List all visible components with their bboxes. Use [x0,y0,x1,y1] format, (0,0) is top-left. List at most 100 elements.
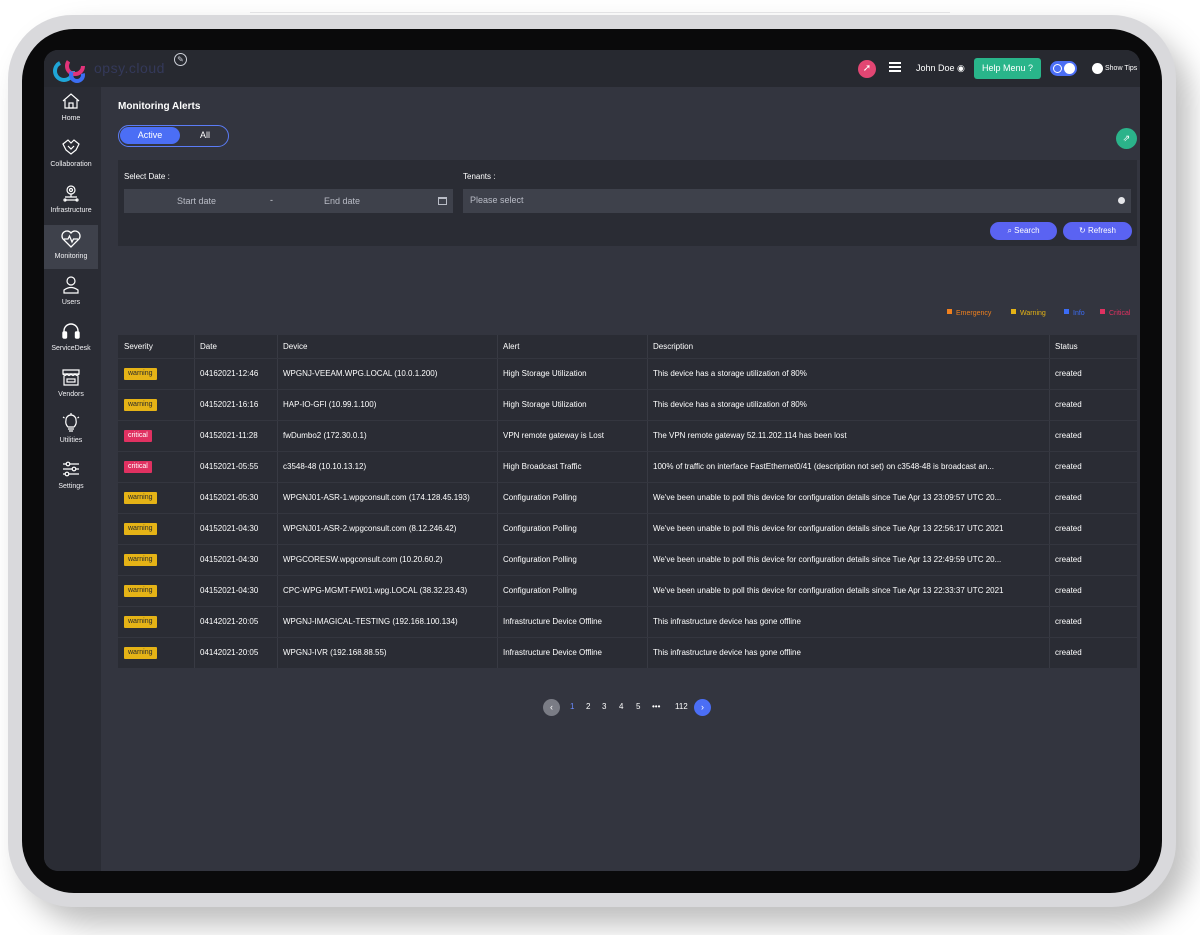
sidebar-item-collaboration[interactable]: Collaboration [44,133,98,177]
legend-label: Info [1073,310,1085,317]
tenants-select[interactable]: Please select [463,189,1131,213]
table-row[interactable]: warning 04152021-04:30 WPGCORESW.wpgcons… [118,544,1137,575]
table-row[interactable]: warning 04142021-20:05 WPGNJ-IMAGICAL-TE… [118,606,1137,637]
table-row[interactable]: warning 04162021-12:46 WPGNJ-VEEAM.WPG.L… [118,358,1137,389]
page-2[interactable]: 2 [586,702,590,711]
column-header-status[interactable]: Status [1055,342,1078,351]
column-header-date[interactable]: Date [200,342,217,351]
refresh-icon: ↻ [1079,226,1086,235]
rocket-icon[interactable]: ➚ [858,60,876,78]
status-cell: created [1055,586,1082,595]
severity-badge: warning [124,399,157,411]
status-cell: created [1055,369,1082,378]
start-date-input[interactable]: Start date [177,196,216,206]
sidebar-item-monitoring[interactable]: Monitoring [44,225,98,269]
sidebar-item-label: Home [61,115,81,122]
sidebar-item-infrastructure[interactable]: Infrastructure [44,179,98,223]
severity-badge: warning [124,616,157,628]
infrastructure-icon [63,185,79,202]
show-tips-toggle[interactable] [1092,63,1103,74]
description-cell: This device has a storage utilization of… [653,400,807,409]
date-range-picker[interactable]: Start date - End date [124,189,453,213]
table-row[interactable]: critical 04152021-11:28 fwDumbo2 (172.30… [118,420,1137,451]
table-row[interactable]: critical 04152021-05:55 c3548-48 (10.10.… [118,451,1137,482]
device-cell: WPGCORESW.wpgconsult.com (10.20.60.2) [283,555,443,564]
page-ellipsis[interactable]: ••• [652,702,660,711]
alert-cell: High Storage Utilization [503,400,587,409]
page-112[interactable]: 112 [675,702,688,711]
sidebar-item-vendors[interactable]: Vendors [44,363,98,407]
page-4[interactable]: 4 [619,702,623,711]
sidebar: Home Collaboration Infrastructure Monito… [44,87,101,871]
status-cell: created [1055,462,1082,471]
table-header: Severity Date Device Alert Description S… [118,335,1137,358]
sidebar-item-label: Infrastructure [50,207,92,214]
next-page-chevron-icon[interactable]: › [694,699,711,716]
alert-cell: Configuration Polling [503,524,577,533]
legend-item-emergency: Emergency [947,309,991,319]
page-5[interactable]: 5 [636,702,640,711]
tenants-filter-label: Tenants : [463,172,496,181]
date-cell: 04152021-05:55 [200,462,259,471]
date-cell: 04152021-04:30 [200,524,259,533]
status-cell: created [1055,617,1082,626]
sidebar-item-label: Collaboration [50,161,92,168]
export-icon[interactable]: ⇗ [1116,128,1137,149]
column-header-alert[interactable]: Alert [503,342,519,351]
sidebar-item-label: Utilities [59,437,83,444]
sidebar-item-users[interactable]: Users [44,271,98,315]
severity-badge: warning [124,554,157,566]
user-menu[interactable]: John Doe ◉ [916,63,965,74]
column-header-device[interactable]: Device [283,342,307,351]
sidebar-item-home[interactable]: Home [44,87,98,131]
tenants-placeholder: Please select [470,195,524,205]
status-cell: created [1055,400,1082,409]
legend-item-info: Info [1064,309,1085,319]
hamburger-menu-icon[interactable] [889,62,901,72]
end-date-input[interactable]: End date [324,196,360,206]
device-cell: fwDumbo2 (172.30.0.1) [283,431,367,440]
column-header-severity[interactable]: Severity [124,342,153,351]
legend-item-critical: Critical [1100,309,1130,319]
alert-scope-toggle: Active All [118,125,229,147]
pencil-icon[interactable]: ✎ [174,53,187,66]
table-row[interactable]: warning 04152021-16:16 HAP-IO-GFI (10.99… [118,389,1137,420]
help-menu-button[interactable]: Help Menu ? [974,58,1041,79]
table-row[interactable]: warning 04142021-20:05 WPGNJ-IVR (192.16… [118,637,1137,668]
show-tips-label: Show Tips [1105,65,1138,72]
calendar-icon[interactable] [438,197,447,205]
page-1[interactable]: 1 [570,702,574,711]
status-cell: created [1055,493,1082,502]
date-cell: 04152021-11:28 [200,431,258,440]
table-row[interactable]: warning 04152021-04:30 WPGNJ01-ASR-2.wpg… [118,513,1137,544]
theme-toggle[interactable] [1050,61,1077,76]
device-cell: HAP-IO-GFI (10.99.1.100) [283,400,377,409]
tab-all[interactable]: All [183,127,227,144]
page-3[interactable]: 3 [602,702,606,711]
tablet-edge-highlight [250,12,950,13]
sidebar-item-label: Monitoring [54,253,88,260]
sidebar-item-utilities[interactable]: Utilities [44,409,98,453]
prev-page-chevron-icon[interactable]: ‹ [543,699,560,716]
table-row[interactable]: warning 04152021-05:30 WPGNJ01-ASR-1.wpg… [118,482,1137,513]
search-button[interactable]: ⌕ Search [990,222,1057,240]
status-cell: created [1055,431,1082,440]
alerts-table: Severity Date Device Alert Description S… [118,335,1137,668]
sidebar-item-servicedesk[interactable]: ServiceDesk [44,317,98,361]
sidebar-item-label: Settings [58,483,84,490]
brand-name: opsy.cloud [94,60,165,76]
main-content: Monitoring Alerts Active All ⇗ Select Da… [101,87,1140,871]
date-cell: 04152021-16:16 [200,400,259,409]
alert-cell: High Storage Utilization [503,369,587,378]
column-header-description[interactable]: Description [653,342,693,351]
refresh-button[interactable]: ↻ Refresh [1063,222,1132,240]
alert-cell: VPN remote gateway is Lost [503,431,604,440]
legend-label: Warning [1020,310,1046,317]
description-cell: We've been unable to poll this device fo… [653,493,1002,502]
sidebar-item-settings[interactable]: Settings [44,455,98,499]
tab-active[interactable]: Active [120,127,180,144]
opsy-logo-icon[interactable] [50,54,90,84]
table-row[interactable]: warning 04152021-04:30 CPC-WPG-MGMT-FW01… [118,575,1137,606]
refresh-button-label: Refresh [1087,226,1116,235]
date-cell: 04152021-04:30 [200,586,259,595]
